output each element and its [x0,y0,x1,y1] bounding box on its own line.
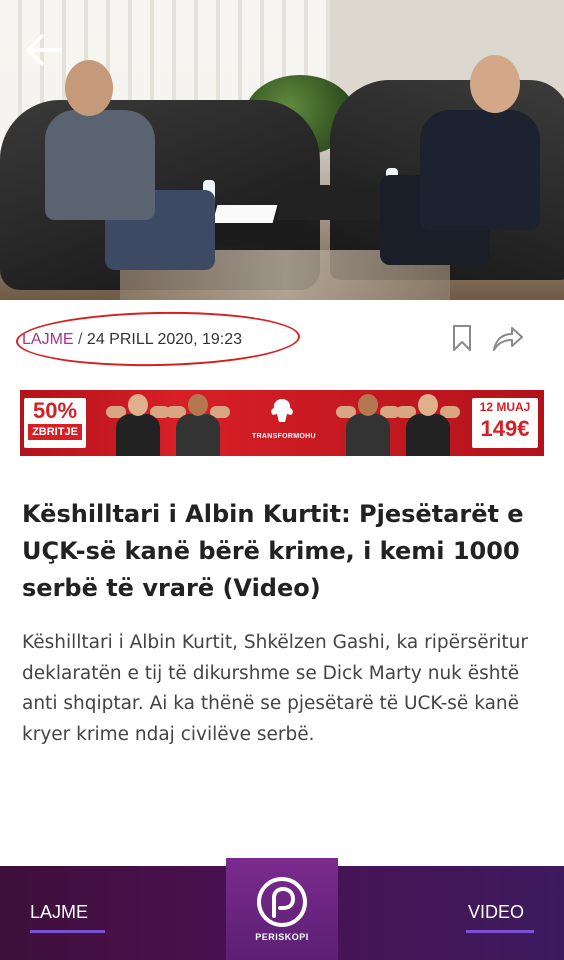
nav-periskopi-home[interactable]: PERISKOPI [226,858,338,960]
ad-term: 12 MUAJ [479,400,531,414]
ad-discount: 50% [32,398,78,423]
share-button[interactable] [492,324,526,354]
ad-discount-box: 50% ZBRITJE [24,398,86,448]
ad-discount-label: ZBRITJE [28,424,82,440]
ad-banner[interactable]: 50% ZBRITJE TRANSFORMOHU 12 MUAJ 149€ [20,390,544,456]
share-icon [493,327,523,351]
periskopi-logo-icon [257,877,307,927]
nav-video-underline [466,930,534,933]
article-meta: LAJME / 24 PRILL 2020, 19:23 [15,309,542,369]
ad-price-box: 12 MUAJ 149€ [472,398,538,448]
article-lead: Këshilltari i Albin Kurtit, Shkëlzen Gas… [22,632,528,745]
ad-brand: TRANSFORMOHU [252,396,316,440]
ad-price: 149€ [480,416,530,441]
nav-video[interactable]: VIDEO [468,902,524,923]
ad-figure-man-left [106,392,170,456]
nav-lajme-label: LAJME [30,902,89,922]
hero-person-left [45,60,215,270]
ad-figure-woman-right [336,392,400,456]
article-hero-image [0,0,564,300]
ad-brand-text: TRANSFORMOHU [252,433,316,440]
back-button[interactable] [22,28,66,72]
article-headline: Këshilltari i Albin Kurtit: Pjesëtarët e… [22,500,524,602]
nav-lajme-underline [30,930,105,933]
meta-separator: / [73,331,87,348]
ad-figure-man-right [396,392,460,456]
publish-date: 24 PRILL 2020, 19:23 [86,331,243,348]
bookmark-button[interactable] [450,324,478,354]
hero-paper [212,205,278,223]
ad-figure-woman-left [166,392,230,456]
muscle-logo-icon [271,399,293,422]
nav-video-label: VIDEO [468,902,525,922]
meta-text: LAJME / 24 PRILL 2020, 19:23 [22,331,242,349]
nav-lajme[interactable]: LAJME [30,902,88,923]
back-arrow-icon [26,34,62,66]
bookmark-icon [453,325,471,351]
hero-person-right [380,55,540,275]
category-link[interactable]: LAJME [22,331,74,348]
nav-periskopi-label: PERISKOPI [255,932,309,942]
